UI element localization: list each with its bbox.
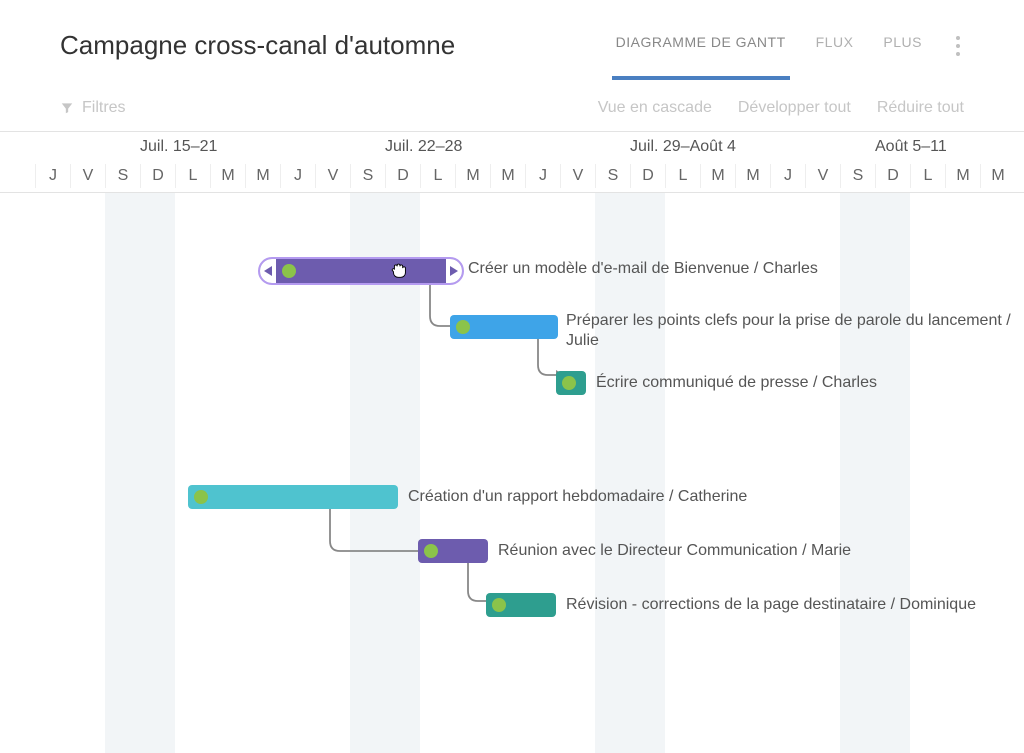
- gantt-label-t3: Écrire communiqué de presse / Charles: [596, 373, 877, 393]
- day-header-cell: M: [245, 164, 280, 188]
- day-header-cell: V: [560, 164, 595, 188]
- day-header-cell: M: [455, 164, 490, 188]
- header: Campagne cross-canal d'automne DIAGRAMME…: [0, 0, 1024, 71]
- gantt-bar-t6[interactable]: [486, 593, 556, 617]
- gantt-label-t6: Révision - corrections de la page destin…: [566, 595, 976, 615]
- gantt-bar-t3[interactable]: [556, 371, 586, 395]
- view-tabs: DIAGRAMME DE GANTT FLUX PLUS: [616, 32, 964, 60]
- gantt-label-t5: Réunion avec le Directeur Communication …: [498, 541, 851, 561]
- day-header-cell: L: [665, 164, 700, 188]
- tab-flux[interactable]: FLUX: [816, 34, 854, 58]
- gantt-label-t2: Préparer les points clefs pour la prise …: [566, 311, 1016, 351]
- day-header-cell: M: [700, 164, 735, 188]
- day-header-cell: J: [525, 164, 560, 188]
- day-header-cell: M: [210, 164, 245, 188]
- timeline-header: Juil. 15–21 Juil. 22–28 Juil. 29–Août 4 Aoû…: [0, 131, 1024, 193]
- resize-handle-right[interactable]: [446, 259, 462, 283]
- day-header-cell: J: [35, 164, 70, 188]
- day-header-cell: M: [945, 164, 980, 188]
- weekend-column: [875, 193, 910, 753]
- status-dot: [562, 376, 576, 390]
- day-header-cell: M: [980, 164, 1015, 188]
- day-header-cell: S: [840, 164, 875, 188]
- weekend-column: [140, 193, 175, 753]
- funnel-icon: [60, 101, 74, 115]
- kebab-menu-icon[interactable]: [952, 32, 964, 60]
- day-header-cell: V: [315, 164, 350, 188]
- day-header-cell: S: [350, 164, 385, 188]
- day-header-cell: S: [105, 164, 140, 188]
- gantt-label-t4: Création d'un rapport hebdomadaire / Cat…: [408, 487, 747, 507]
- gantt-bar-t5[interactable]: [418, 539, 488, 563]
- gantt-bar-t2[interactable]: [450, 315, 558, 339]
- day-header-cell: J: [280, 164, 315, 188]
- day-header-cell: V: [805, 164, 840, 188]
- day-header-cell: D: [875, 164, 910, 188]
- tab-more[interactable]: PLUS: [883, 34, 922, 58]
- resize-handle-left[interactable]: [260, 259, 276, 283]
- week-label: Juil. 29–Août 4: [630, 138, 736, 156]
- filters-button[interactable]: Filtres: [60, 99, 126, 117]
- day-header-cell: S: [595, 164, 630, 188]
- toolbar-right: Vue en cascade Développer tout Réduire t…: [598, 99, 964, 117]
- day-header-cell: L: [420, 164, 455, 188]
- day-header-cell: D: [630, 164, 665, 188]
- toolbar: Filtres Vue en cascade Développer tout R…: [0, 71, 1024, 131]
- day-header-cell: L: [910, 164, 945, 188]
- status-dot: [282, 264, 296, 278]
- tab-gantt[interactable]: DIAGRAMME DE GANTT: [616, 34, 786, 58]
- status-dot: [492, 598, 506, 612]
- day-header-cell: D: [385, 164, 420, 188]
- status-dot: [456, 320, 470, 334]
- day-header-cell: D: [140, 164, 175, 188]
- weekend-column: [840, 193, 875, 753]
- day-header-cell: J: [770, 164, 805, 188]
- week-label: Juil. 22–28: [385, 138, 462, 156]
- expand-all-link[interactable]: Développer tout: [738, 99, 851, 117]
- gantt-bar-t1[interactable]: [258, 257, 464, 285]
- page-title: Campagne cross-canal d'automne: [60, 30, 616, 61]
- gantt-chart[interactable]: Créer un modèle d'e-mail de Bienvenue / …: [0, 193, 1024, 753]
- status-dot: [194, 490, 208, 504]
- week-label: Août 5–11: [875, 138, 947, 156]
- filters-label: Filtres: [82, 99, 126, 117]
- day-header-cell: V: [70, 164, 105, 188]
- cascade-view-link[interactable]: Vue en cascade: [598, 99, 712, 117]
- weekend-column: [105, 193, 140, 753]
- collapse-all-link[interactable]: Réduire tout: [877, 99, 964, 117]
- gantt-bar-t4[interactable]: [188, 485, 398, 509]
- week-label: Juil. 15–21: [140, 138, 217, 156]
- day-header-cell: L: [175, 164, 210, 188]
- day-header-cell: M: [735, 164, 770, 188]
- day-header-cell: M: [490, 164, 525, 188]
- gantt-label-t1: Créer un modèle d'e-mail de Bienvenue / …: [468, 259, 818, 279]
- status-dot: [424, 544, 438, 558]
